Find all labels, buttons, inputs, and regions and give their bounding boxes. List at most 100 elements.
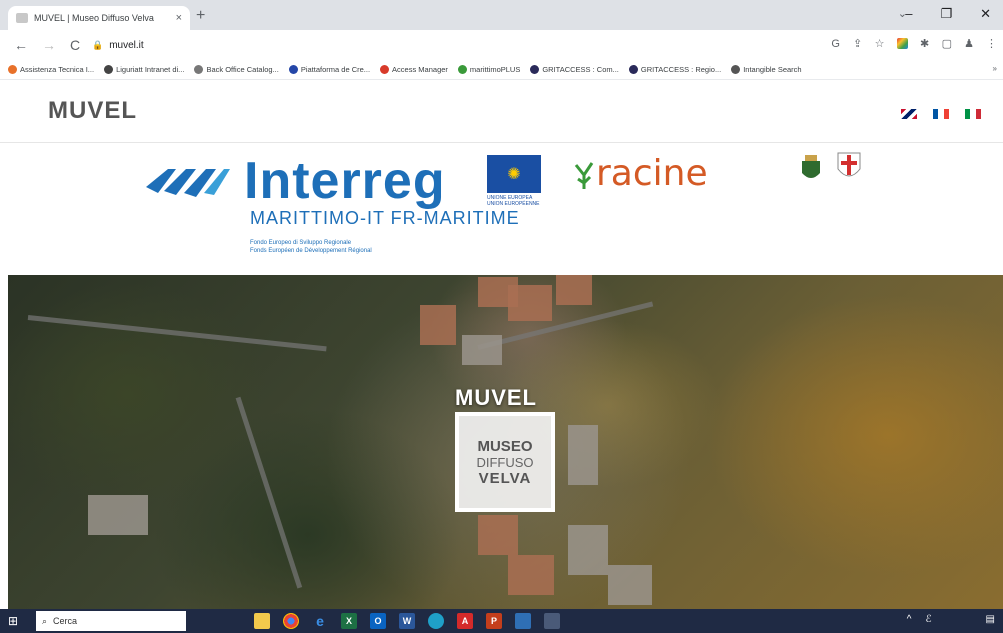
language-switcher [901,109,981,119]
bookmark-item[interactable]: Access Manager [380,65,448,74]
museum-logo-line2: DIFFUSO [476,454,534,470]
system-tray: ^ ℰ ▤ [907,614,995,625]
museum-logo-line1: MUSEO [477,437,533,455]
fondo-caption: Fondo Europeo di Sviluppo Regionale Fond… [250,239,372,255]
window-controls: – ❐ ✕ [905,6,991,22]
roof [608,565,652,605]
bookmark-item[interactable]: marittimoPLUS [457,65,521,74]
share-icon[interactable]: ⇪ [853,37,863,50]
url-text: muvel.it [109,39,144,51]
browser-tabstrip: MUVEL | Museo Diffuso Velva × + ⌄ – ❐ ✕ [0,0,1003,30]
taskbar-search-input[interactable]: ⌕ Cerca [36,611,186,631]
back-arrow-icon[interactable]: ← [14,37,28,53]
bookmark-item[interactable]: GRITACCESS : Com... [530,65,619,74]
fondo-line-it: Fondo Europeo di Sviluppo Regionale [250,240,352,246]
roof [462,335,502,365]
acrobat-icon[interactable]: A [457,613,473,629]
toolbar-icons: G ⇪ ☆ ✱ ▢ ♟ ⋮ [831,37,997,51]
marittimo-label: MARITTIMO-IT FR-MARITIME [250,208,520,228]
bookmark-star-icon[interactable]: ☆ [875,37,885,50]
profile-avatar-icon[interactable]: ♟ [964,37,974,50]
bookmark-favicon-icon [194,65,204,74]
menu-kebab-icon[interactable]: ⋮ [986,37,997,50]
taskbar-search-placeholder: Cerca [53,616,78,626]
tray-chevron-icon[interactable]: ^ [907,614,912,625]
flag-fr-icon[interactable] [933,109,949,119]
roof [568,525,608,575]
reload-icon[interactable]: C [70,37,80,53]
windows-taskbar: ⊞ ⌕ Cerca e X O W A P ^ ℰ ▤ [0,609,1003,633]
side-panel-icon[interactable]: ▢ [942,37,952,50]
fondo-line-fr: Fonds Européen de Développement Régional [250,248,372,254]
bookmark-favicon-icon [104,65,114,74]
roof [88,495,148,535]
powerpoint-icon[interactable]: P [486,613,502,629]
partner-logos: Interreg ✺ UNIONE EUROPEA UNION EUROPÉEN… [0,143,1003,275]
bookmark-item[interactable]: Back Office Catalog... [194,65,279,74]
google-translate-icon[interactable]: G [831,38,841,50]
bookmark-item[interactable]: Piattaforma de Cre... [288,65,371,74]
url-input[interactable]: 🔒 muvel.it [86,34,826,56]
flag-it-icon[interactable] [965,109,981,119]
bookmark-item[interactable]: Intangible Search [731,65,802,74]
taskbar-apps: e X O W A P [254,613,560,629]
bookmark-label: marittimoPLUS [469,65,521,74]
bookmark-favicon-icon [530,65,540,74]
museum-logo-line3: VELVA [478,469,532,487]
bookmark-label: Back Office Catalog... [206,65,279,74]
extension-colorful-icon[interactable] [896,38,908,49]
file-explorer-icon[interactable] [254,613,270,629]
racine-wordmark: racine [596,153,708,194]
roof [568,425,598,485]
bookmark-label: Piattaforma de Cre... [300,65,371,74]
outlook-icon[interactable]: O [370,613,386,629]
internet-explorer-icon[interactable]: e [312,613,328,629]
close-window-button[interactable]: ✕ [980,6,991,22]
bookmark-label: Assistenza Tecnica I... [20,65,95,74]
bookmark-favicon-icon [288,65,298,74]
site-logo[interactable]: MUVEL [48,97,137,125]
photos-icon[interactable] [515,613,531,629]
tray-pen-icon[interactable]: ℰ [925,614,931,625]
bookmark-item[interactable]: GRITACCESS : Regio... [628,65,722,74]
edge-icon[interactable] [428,613,444,629]
bookmarks-bar: Assistenza Tecnica I... Liguriatt Intrane… [0,60,1003,80]
roof [478,515,518,555]
tab-close-icon[interactable]: × [176,12,182,24]
roof [420,305,456,345]
app-icon[interactable] [544,613,560,629]
maximize-button[interactable]: ❐ [940,6,952,22]
eu-flag-icon: ✺ [487,155,541,193]
excel-icon[interactable]: X [341,613,357,629]
windows-start-icon[interactable]: ⊞ [0,609,26,633]
bookmark-favicon-icon [457,65,467,74]
municipal-crest-icon [802,155,820,178]
bookmark-favicon-icon [628,65,638,74]
bookmark-label: Access Manager [392,65,448,74]
hero-banner: MUVEL MUSEO DIFFUSO VELVA [8,275,1003,609]
bookmark-label: GRITACCESS : Regio... [640,65,722,74]
roof [508,555,554,595]
lock-icon: 🔒 [92,39,104,50]
minimize-button[interactable]: – [905,6,912,22]
browser-tab[interactable]: MUVEL | Museo Diffuso Velva × [8,6,190,30]
search-icon: ⌕ [42,615,48,626]
word-icon[interactable]: W [399,613,415,629]
region-crest-icon [837,152,861,177]
forward-arrow-icon[interactable]: → [42,37,56,53]
flag-en-icon[interactable] [901,109,917,119]
bookmark-item[interactable]: Liguriatt Intranet di... [104,65,184,74]
tab-favicon-icon [16,13,28,23]
bookmark-label: GRITACCESS : Com... [542,65,619,74]
new-tab-button[interactable]: + [196,7,205,25]
site-header: MUVEL [0,81,1003,143]
chrome-icon[interactable] [283,613,299,629]
roof [556,275,592,305]
bookmarks-overflow-icon[interactable]: » [993,64,997,73]
address-bar-row: ← → C 🔒 muvel.it G ⇪ ☆ ✱ ▢ ♟ ⋮ [0,30,1003,60]
extensions-puzzle-icon[interactable]: ✱ [920,37,930,50]
notification-icon[interactable]: ▤ [986,614,995,625]
bookmark-item[interactable]: Assistenza Tecnica I... [8,65,94,74]
bookmark-favicon-icon [380,65,390,74]
tab-title: MUVEL | Museo Diffuso Velva [34,13,154,23]
